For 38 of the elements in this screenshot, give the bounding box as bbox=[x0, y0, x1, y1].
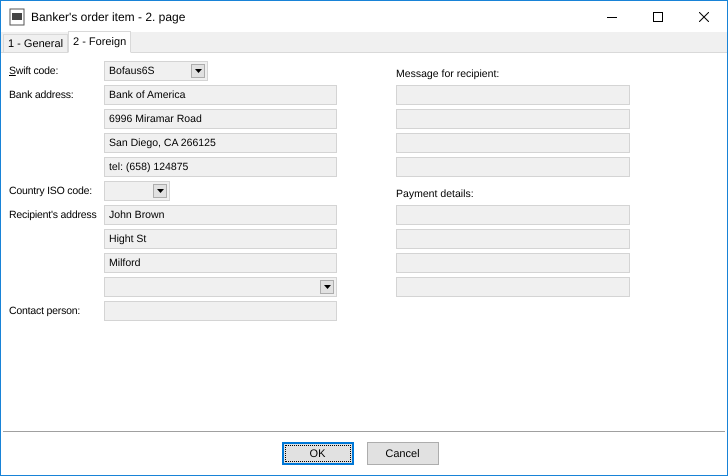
field-label: Swift code: bbox=[9, 65, 60, 77]
text-field[interactable] bbox=[104, 301, 337, 321]
text-field[interactable] bbox=[396, 109, 630, 129]
field-label: Bank address: bbox=[9, 89, 75, 101]
combo-box[interactable]: Bofaus6S bbox=[104, 61, 208, 81]
text-field[interactable]: John Brown bbox=[104, 205, 337, 225]
text-field[interactable]: Bank of America bbox=[104, 85, 337, 105]
text-field[interactable] bbox=[396, 277, 630, 297]
dropdown-button[interactable] bbox=[191, 64, 205, 78]
text-field[interactable] bbox=[396, 253, 630, 273]
window-title: Banker's order item - 2. page bbox=[31, 10, 186, 24]
field-label: Country ISO code: bbox=[9, 185, 93, 197]
app-icon bbox=[9, 8, 25, 26]
text-field[interactable]: Hight St bbox=[104, 229, 337, 249]
tab[interactable]: 2 - Foreign bbox=[68, 31, 132, 53]
caret-icon bbox=[194, 69, 202, 73]
text-field[interactable] bbox=[396, 205, 630, 225]
field-label: Payment details: bbox=[396, 188, 474, 202]
field-label: Contact person: bbox=[9, 305, 82, 317]
caret-icon bbox=[156, 189, 164, 193]
text-field[interactable] bbox=[396, 157, 630, 177]
dropdown-button[interactable] bbox=[320, 280, 334, 294]
text-field[interactable]: Milford bbox=[104, 253, 337, 273]
text-field[interactable]: San Diego, CA 266125 bbox=[104, 133, 337, 153]
field-label: Recipient's address bbox=[9, 209, 98, 221]
dialog-button[interactable]: OK bbox=[282, 442, 354, 465]
dropdown-button[interactable] bbox=[153, 184, 167, 198]
field-label: Message for recipient: bbox=[396, 68, 500, 82]
caret-icon bbox=[324, 285, 330, 289]
text-field[interactable] bbox=[396, 85, 630, 105]
text-field[interactable]: 6996 Miramar Road bbox=[104, 109, 337, 129]
close-icon bbox=[699, 12, 709, 22]
text-field[interactable] bbox=[396, 133, 630, 153]
dialog-button[interactable]: Cancel bbox=[366, 442, 438, 465]
tab[interactable]: 1 - General bbox=[3, 34, 68, 52]
text-field[interactable] bbox=[396, 229, 630, 249]
text-field[interactable]: tel: (658) 124875 bbox=[104, 157, 337, 177]
maximize-icon bbox=[653, 12, 663, 22]
